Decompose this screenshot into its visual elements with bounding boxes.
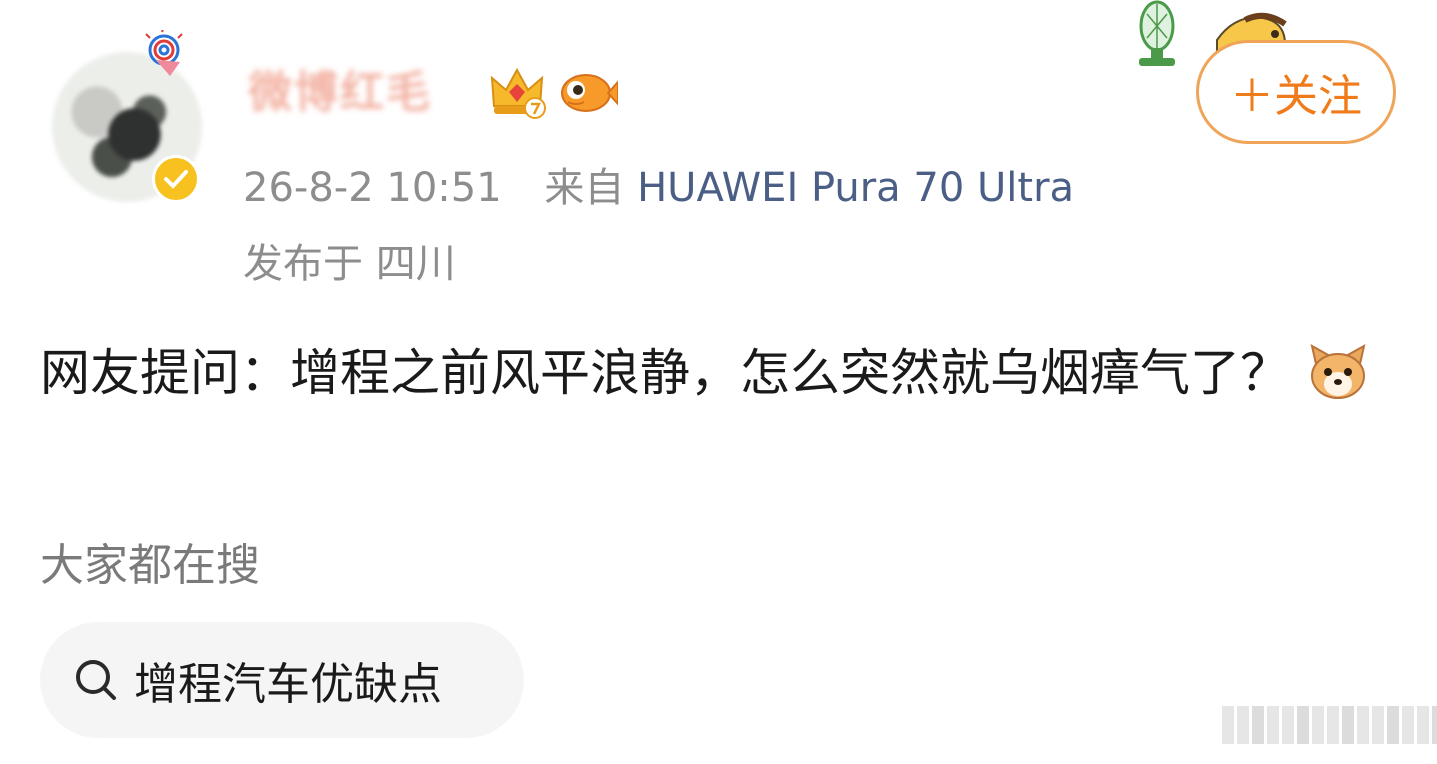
post-location: 发布于 四川 (243, 238, 456, 290)
watermark-decoration (1222, 706, 1437, 744)
location-name: 四川 (375, 241, 456, 287)
follow-button[interactable]: ＋关注 (1196, 40, 1396, 144)
verified-badge-icon (152, 155, 200, 203)
location-prefix: 发布于 (243, 241, 363, 287)
search-icon (76, 660, 116, 700)
device-source-link[interactable]: HUAWEI Pura 70 Ultra (637, 165, 1074, 211)
fish-badge-icon (561, 74, 618, 112)
post-timestamp: 26-8-2 10:51 (243, 165, 502, 211)
dog-emoji-icon (1310, 344, 1366, 399)
avatar-group[interactable] (40, 30, 210, 210)
search-heading: 大家都在搜 (40, 540, 260, 591)
fingerprint-pendant-icon (145, 30, 183, 76)
source-prefix: 来自 (544, 165, 625, 211)
crown-level-icon (490, 67, 546, 119)
search-suggestion-label: 增程汽车优缺点 (134, 659, 442, 710)
username[interactable]: 微博红毛 (248, 65, 432, 121)
post-meta: 26-8-2 10:51 来自 HUAWEI Pura 70 Ultra (243, 162, 1074, 214)
search-suggestion-chip[interactable]: 增程汽车优缺点 (40, 622, 524, 738)
post-text: 网友提问：增程之前风平浪静，怎么突然就乌烟瘴气了？ (40, 344, 1290, 402)
post-body: 网友提问：增程之前风平浪静，怎么突然就乌烟瘴气了？ (40, 335, 1400, 411)
